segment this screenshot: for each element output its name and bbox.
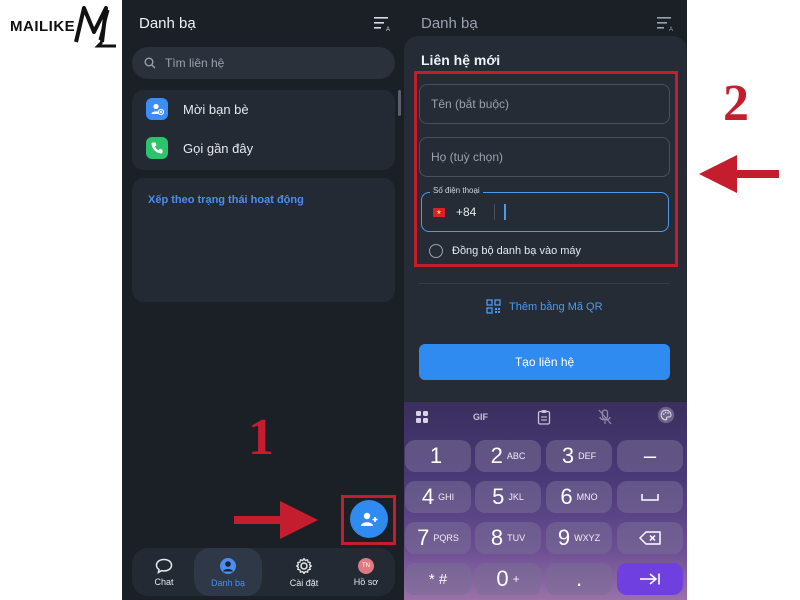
contacts-menu-card: Mời bạn bè Gọi gần đây (132, 90, 395, 170)
mic-off-icon[interactable] (598, 408, 612, 426)
screenshot-root: MAILIKE Danh bạ A Tìm liên hệ Mời bạn bè… (0, 0, 800, 600)
step-number-1: 1 (248, 409, 274, 466)
create-contact-button[interactable]: Tạo liên hệ (419, 344, 670, 380)
sort-icon[interactable]: A (657, 16, 675, 32)
search-icon (144, 57, 156, 69)
scrollbar-thumb[interactable] (398, 90, 401, 116)
svg-text:A: A (386, 27, 390, 32)
qr-code-icon (486, 299, 501, 314)
backspace-icon (639, 531, 661, 545)
key-label: – (643, 443, 657, 468)
step-number-2: 2 (723, 75, 749, 132)
contacts-icon (220, 557, 236, 574)
activity-status-card: Xếp theo trạng thái hoạt động (132, 178, 395, 302)
key-space[interactable] (617, 481, 683, 513)
next-field-icon (640, 573, 660, 585)
key-4[interactable]: 4 GHI (405, 481, 471, 513)
key-sublabel: DEF (578, 451, 597, 461)
key-label: 2 (490, 443, 503, 468)
key-0[interactable]: 0 + (475, 563, 541, 595)
arrow-right-icon (234, 501, 318, 539)
qr-label: Thêm bằng Mã QR (509, 300, 603, 313)
keyboard-toolbar: GIF (404, 402, 687, 432)
add-by-qr-link[interactable]: Thêm bằng Mã QR (486, 299, 603, 314)
key-9[interactable]: 9 WXYZ (546, 522, 612, 554)
nav-tab-chat[interactable]: Chat (134, 548, 194, 596)
key-label: 1 (429, 443, 443, 468)
key-1[interactable]: 1 (405, 440, 471, 472)
key-sublabel: TUV (507, 533, 526, 543)
add-user-icon (146, 98, 168, 120)
ml-logo-mark (74, 6, 116, 48)
activity-sort-label[interactable]: Xếp theo trạng thái hoạt động (148, 194, 304, 206)
numeric-keyboard: GIF 1 2 ABC 3 DEF – 4 GHI 5 JKL 6 MNO 7 … (404, 402, 687, 600)
key-sublabel: MNO (576, 492, 598, 502)
logo-text: MAILIKE (10, 17, 76, 35)
key-sublabel: WXYZ (574, 533, 601, 543)
nav-label: Cài đặt (289, 577, 319, 588)
search-placeholder: Tìm liên hệ (165, 56, 225, 70)
highlight-box-step2 (414, 71, 678, 267)
key-next[interactable] (617, 563, 683, 595)
arrow-left-icon (699, 155, 779, 193)
chat-icon (155, 558, 173, 574)
invite-friends-item[interactable]: Mời bạn bè (146, 98, 249, 120)
nav-label: Chat (154, 576, 174, 587)
sort-icon[interactable]: A (374, 16, 392, 32)
key-label: * # (428, 570, 448, 588)
key-star-hash[interactable]: * # (405, 563, 471, 595)
nav-label: Danh bạ (210, 577, 246, 588)
key-sublabel: GHI (438, 492, 455, 502)
key-6[interactable]: 6 MNO (546, 481, 612, 513)
key-7[interactable]: 7 PQRS (405, 522, 471, 554)
key-8[interactable]: 8 TUV (475, 522, 541, 554)
key-3[interactable]: 3 DEF (546, 440, 612, 472)
page-title: Danh bạ (421, 15, 478, 32)
page-title: Danh bạ (139, 15, 196, 32)
key-label: 3 (561, 443, 575, 468)
nav-tab-settings[interactable]: Cài đặt (274, 548, 334, 596)
avatar: TN (358, 557, 374, 574)
key-sublabel: PQRS (433, 533, 459, 543)
divider (419, 283, 670, 284)
key-label: 6 (560, 484, 573, 509)
bottom-nav: Chat Danh bạ Cài đặt TN Hồ sơ (132, 548, 395, 596)
gif-button[interactable]: GIF (473, 408, 488, 426)
key-sublabel: + (512, 572, 520, 586)
highlight-box-step1 (341, 495, 396, 545)
nav-tab-profile[interactable]: TN Hồ sơ (336, 548, 396, 596)
key-label: 4 (421, 484, 435, 509)
menu-item-label: Gọi gần đây (183, 140, 254, 156)
palette-icon[interactable] (655, 406, 677, 424)
key-label: 5 (492, 484, 505, 509)
key-dot[interactable]: . (546, 563, 612, 595)
sheet-title: Liên hệ mới (421, 52, 501, 68)
svg-text:A: A (669, 27, 673, 32)
key-label: 8 (490, 525, 504, 550)
key-backspace[interactable] (617, 522, 683, 554)
key-label: 7 (417, 525, 430, 550)
apps-icon[interactable] (415, 408, 429, 426)
space-icon (641, 494, 659, 501)
recent-calls-item[interactable]: Gọi gần đây (146, 137, 253, 159)
nav-label: Hồ sơ (353, 576, 379, 587)
menu-item-label: Mời bạn bè (183, 101, 249, 117)
gear-icon (295, 557, 313, 574)
key-2[interactable]: 2 ABC (475, 440, 541, 472)
key-5[interactable]: 5 JKL (475, 481, 541, 513)
key-label: 0 (496, 566, 509, 591)
key-minus[interactable]: – (617, 440, 683, 472)
key-sublabel: ABC (506, 451, 526, 461)
clipboard-icon[interactable] (537, 408, 551, 426)
key-sublabel: JKL (508, 492, 524, 502)
nav-tab-contacts[interactable]: Danh bạ (194, 548, 262, 596)
key-label: . (575, 566, 583, 591)
phone-icon (146, 137, 168, 159)
key-label: 9 (557, 525, 571, 550)
search-input[interactable]: Tìm liên hệ (132, 47, 395, 79)
mailike-logo: MAILIKE (0, 0, 122, 52)
